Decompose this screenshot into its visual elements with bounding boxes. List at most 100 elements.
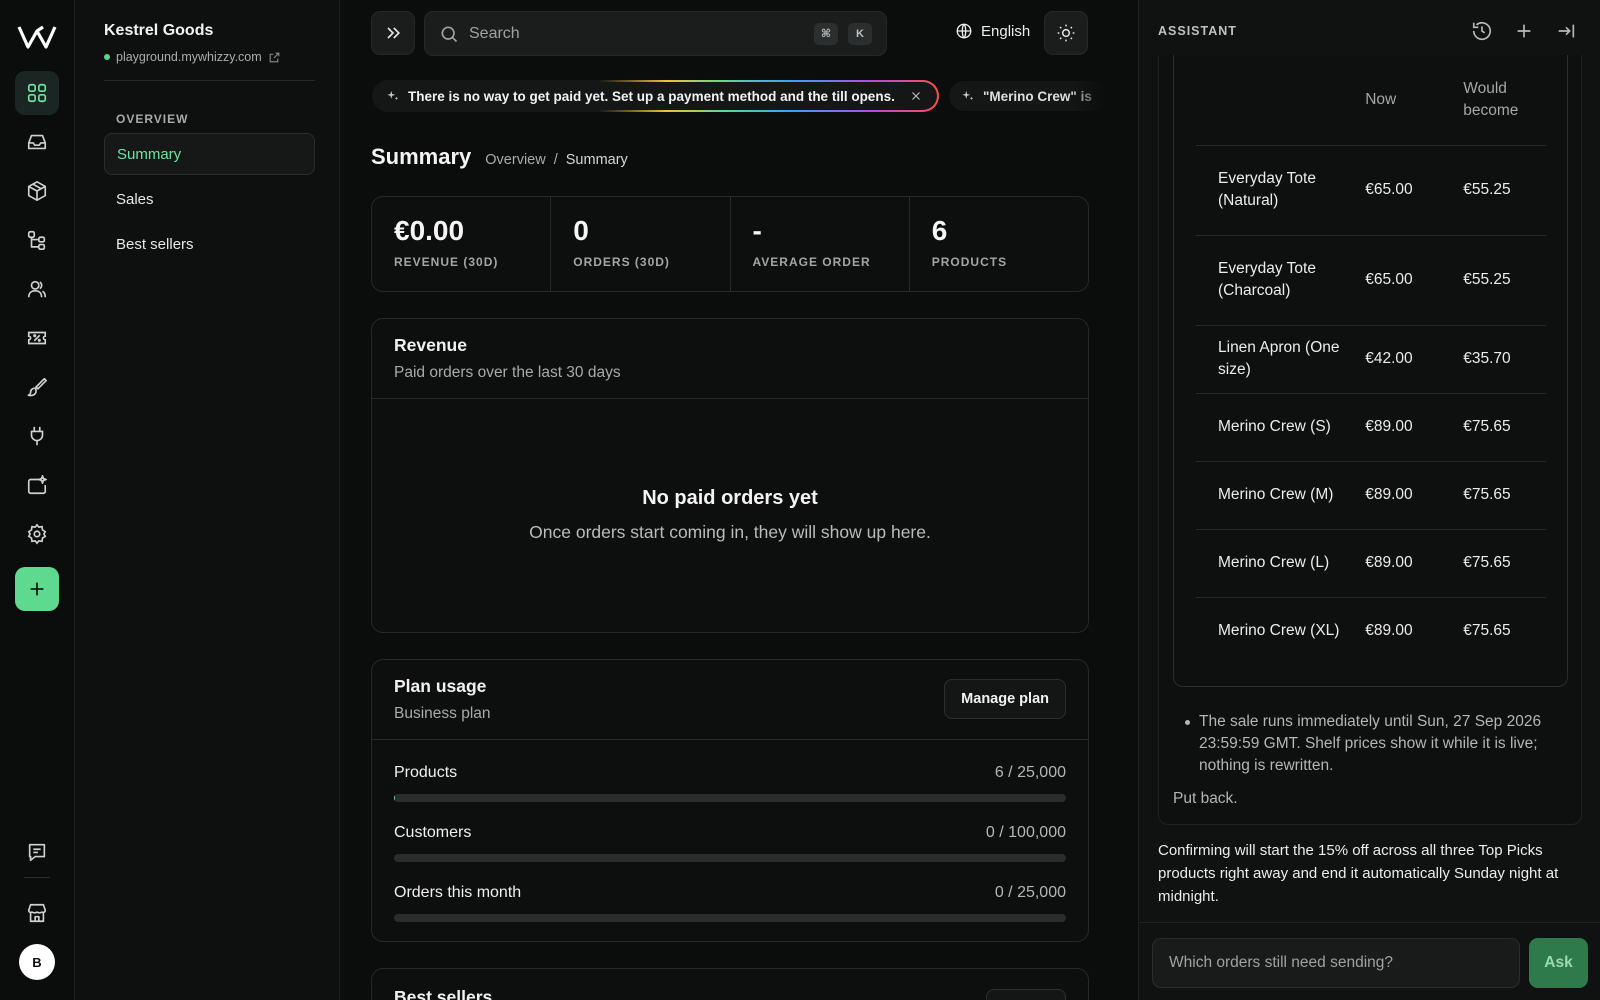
chat-icon[interactable] [15,830,59,874]
stats-card: €0.00 REVENUE (30D) 0 ORDERS (30D) - AVERAG… [371,196,1089,292]
close-icon[interactable] [909,89,923,103]
search-bar[interactable]: ⌘ K [424,11,887,56]
usage-name: Products [394,764,458,781]
put-back-text: Put back. [1173,790,1238,807]
now-price-cell: €89.00 [1365,622,1413,640]
price-preview-table-card: Now Would become Everyday Tote (Natural)… [1173,55,1568,687]
new-chat-icon[interactable] [1513,20,1535,42]
sidebar-item-summary[interactable]: Summary [104,133,315,175]
new-price-cell: €75.65 [1463,622,1511,640]
best-sellers-button[interactable] [986,989,1066,1000]
hierarchy-icon[interactable] [15,218,59,262]
chevrons-right-icon [387,27,401,39]
language-selector[interactable]: English [955,22,1030,40]
new-price-cell: €75.65 [1447,393,1546,462]
empty-title: No paid orders yet [642,487,818,509]
best-sellers-title: Best sellers [394,987,493,1000]
breadcrumb-separator: / [553,152,558,168]
shortcut-key-cmd: ⌘ [814,22,838,45]
table-row: Merino Crew (S) €89.00 €75.65 [1196,393,1546,462]
brush-icon[interactable] [15,365,59,409]
icon-rail: B [0,0,75,1000]
usage-progress-bar [394,794,1066,802]
users-icon[interactable] [15,267,59,311]
now-price-cell: €65.00 [1349,145,1448,236]
ticket-icon[interactable] [15,316,59,360]
plug-icon[interactable] [15,414,59,458]
assistant-title: ASSISTANT [1158,24,1237,38]
theme-toggle-button[interactable] [1044,11,1088,55]
stat-value: - [752,215,762,246]
manage-plan-button[interactable]: Manage plan [944,679,1066,719]
expand-sidebar-button[interactable] [371,11,415,55]
gear-icon[interactable] [15,512,59,556]
page-header: Summary Overview / Summary [371,144,628,170]
product-cell: Linen Apron (One size) [1196,325,1350,394]
collapse-panel-icon[interactable] [1555,20,1577,42]
table-row: Everyday Tote (Natural) €65.00 €55.25 [1196,145,1546,236]
sidebar-item-label: Best sellers [116,235,194,253]
assistant-panel: ASSISTANT Now Would become Everyday Tote… [1138,0,1600,1000]
stat-products: 6 PRODUCTS [910,197,1088,291]
divider [104,80,315,81]
usage-customers: Customers 0 / 100,000 [394,824,1066,862]
revenue-title: Revenue [394,335,467,355]
sidebar-item-best-sellers[interactable]: Best sellers [104,223,315,265]
usage-name: Orders this month [394,884,522,901]
section-sidebar: Kestrel Goods playground.mywhizzy.com OV… [75,0,340,1000]
product-cell: Merino Crew (L) [1196,529,1350,598]
language-label: English [981,22,1031,40]
storefront-icon[interactable] [15,891,59,935]
product-cell: Merino Crew (M) [1196,461,1350,530]
price-preview-table: Now Would become Everyday Tote (Natural)… [1196,55,1546,665]
new-price-cell: €75.65 [1447,461,1546,530]
avatar[interactable]: B [19,944,55,980]
breadcrumb-overview[interactable]: Overview [485,152,545,168]
empty-text: Once orders start coming in, they will s… [529,522,931,542]
inbox-icon[interactable] [15,120,59,164]
revenue-card: Revenue Paid orders over the last 30 day… [371,318,1089,633]
now-price-cell: €89.00 [1349,393,1448,462]
sale-schedule-note: The sale runs immediately until Sun, 27 … [1185,711,1569,777]
sparkle-icon [387,90,399,101]
new-price-cell: €55.25 [1447,145,1546,236]
assistant-message: Now Would become Everyday Tote (Natural)… [1158,55,1582,825]
grid-icon[interactable] [15,71,59,115]
assistant-reply: Confirming will start the 15% off across… [1158,842,1559,905]
store-url[interactable]: playground.mywhizzy.com [104,50,281,64]
breadcrumb: Overview / Summary [485,152,628,168]
search-input[interactable] [469,24,804,43]
stat-label: REVENUE (30D) [394,255,499,269]
column-header-product [1196,55,1350,146]
table-row: Everyday Tote (Charcoal) €65.00 €55.25 [1196,235,1546,326]
usage-products: Products 6 / 25,000 [394,764,1066,802]
revenue-header: Revenue Paid orders over the last 30 day… [372,319,1088,399]
banner-text: There is no way to get paid yet. Set up … [408,88,895,104]
banner-text: "Merino Crew" is [983,88,1092,104]
history-icon[interactable] [1471,20,1493,42]
assistant-composer: Ask [1139,922,1600,1000]
sparkle-box-icon[interactable] [15,463,59,507]
app: B Kestrel Goods playground.mywhizzy.com … [0,0,1600,1000]
now-price-cell: €65.00 [1349,235,1448,326]
table-row: Merino Crew (XL) €89.00 €75.65 [1196,597,1546,665]
assistant-input[interactable] [1152,938,1520,988]
secondary-notice-banner[interactable]: "Merino Crew" is [949,81,1109,111]
ask-button[interactable]: Ask [1529,938,1588,988]
table-row: Linen Apron (One size) €42.00 €35.70 [1196,325,1546,394]
stat-orders: 0 ORDERS (30D) [551,197,731,291]
add-button[interactable] [15,567,59,611]
stat-label: PRODUCTS [931,255,1008,269]
usage-progress-bar [394,914,1066,922]
table-row: Merino Crew (L) €89.00 €75.65 [1196,529,1546,598]
plus-icon [30,582,44,596]
globe-icon [956,23,972,39]
logo-icon[interactable] [17,24,57,50]
payment-notice-banner[interactable]: There is no way to get paid yet. Set up … [372,80,939,112]
box-icon[interactable] [15,169,59,213]
sidebar-item-label: Summary [117,145,182,163]
stat-revenue: €0.00 REVENUE (30D) [372,197,552,291]
best-sellers-card: Best sellers [371,968,1089,1000]
sidebar-item-sales[interactable]: Sales [104,178,315,220]
store-name[interactable]: Kestrel Goods [104,22,213,40]
